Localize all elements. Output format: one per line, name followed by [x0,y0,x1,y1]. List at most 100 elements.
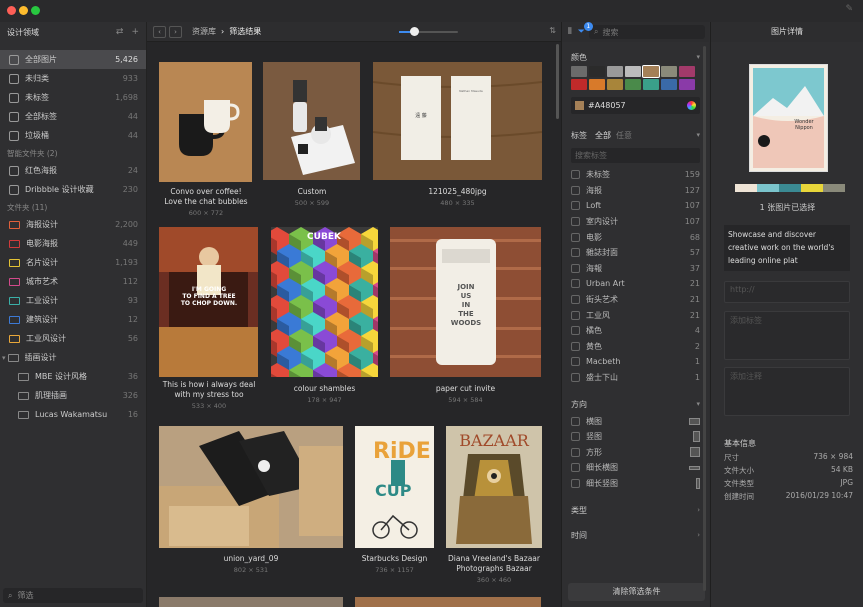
sidebar-item-all[interactable]: 全部图片 5,426 [0,50,146,69]
orientation-section-header[interactable]: 方向 ▾ [562,395,709,413]
checkbox[interactable] [571,326,580,336]
color-swatch[interactable] [589,79,605,90]
orientation-filter-row[interactable]: 竖图 [562,429,709,445]
color-swatch[interactable] [643,79,659,90]
checkbox[interactable] [571,185,580,195]
checkbox[interactable] [571,463,580,473]
checkbox[interactable] [571,170,580,180]
checkbox[interactable] [571,310,580,320]
checkbox[interactable] [571,248,580,258]
checkbox[interactable] [571,416,580,426]
checkbox[interactable] [571,279,580,289]
clear-filters-button[interactable]: 清除筛选条件 [568,583,705,601]
color-swatch[interactable] [679,79,695,90]
layout-icon[interactable]: ⫴ [568,27,572,37]
sidebar-item-trash[interactable]: 垃圾桶 44 [0,126,146,145]
checkbox[interactable] [571,295,580,305]
maximize-button[interactable] [31,6,40,15]
selected-color-field[interactable]: #A48057 [571,97,700,114]
forward-button[interactable]: › [169,25,182,38]
tag-section-header[interactable]: 标签 全部 任意 ▾ [562,126,709,144]
checkbox[interactable] [571,447,580,457]
orientation-filter-row[interactable]: 横图 [562,413,709,429]
tag-filter-row[interactable]: 工业风 21 [562,307,709,323]
checkbox[interactable] [571,432,580,442]
color-swatch[interactable] [642,65,660,78]
palette-color[interactable] [757,184,779,192]
sidebar-item-folder[interactable]: 工业设计 93 [0,291,146,310]
orientation-filter-row[interactable]: 细长横图 [562,460,709,476]
tag-filter-row[interactable]: 室内设计 107 [562,214,709,230]
checkbox[interactable] [571,232,580,242]
tag-filter-row[interactable]: 街头艺术 21 [562,292,709,308]
orientation-filter-row[interactable]: 细长竖图 [562,476,709,492]
checkbox[interactable] [571,357,580,367]
sidebar-item-all-tags[interactable]: 全部标签 44 [0,107,146,126]
tag-filter-row[interactable]: 海報 37 [562,261,709,277]
sidebar-item-smart-dribbble[interactable]: Dribbble 设计收藏 230 [0,180,146,199]
description-field[interactable]: Showcase and discover creative work on t… [724,225,850,271]
checkbox[interactable] [571,478,580,488]
color-swatch[interactable] [571,66,587,77]
back-button[interactable]: ‹ [153,25,166,38]
sidebar-item-folder[interactable]: 工业风设计 56 [0,329,146,348]
sidebar-item-uncategorized[interactable]: 未归类 933 [0,69,146,88]
palette-color[interactable] [779,184,801,192]
thumbnail-paper-cut-invite[interactable]: JOIN US IN THE WOODS [390,227,541,377]
pin-icon[interactable]: ✎ [845,4,853,14]
breadcrumb-library[interactable]: 资源库 [192,26,216,37]
sidebar-item-smart-red[interactable]: 红色海报 24 [0,161,146,180]
checkbox[interactable] [571,201,580,211]
thumbnail-partial-2[interactable] [355,597,541,607]
checkbox[interactable] [571,373,580,383]
color-swatch[interactable] [625,79,641,90]
tag-filter-row[interactable]: 橘色 4 [562,323,709,339]
sidebar-item-folder[interactable]: 城市艺术 112 [0,272,146,291]
tag-filter-row[interactable]: 雜誌封面 57 [562,245,709,261]
palette-color[interactable] [735,184,757,192]
color-swatch[interactable] [661,79,677,90]
thumbnail-union-yard[interactable] [159,426,343,548]
tag-search-input[interactable]: 搜索标签 [571,148,700,163]
notes-input[interactable]: 添加注释 [724,367,850,416]
thumbnail-coffee[interactable] [159,62,252,182]
color-swatch[interactable] [625,66,641,77]
zoom-slider[interactable] [399,27,458,36]
color-wheel-icon[interactable] [687,101,696,110]
thumbnail-bazaar[interactable]: BAZAAR [446,426,542,548]
checkbox[interactable] [571,263,580,273]
color-swatch[interactable] [589,66,605,77]
type-section-header[interactable]: 类型 › [562,501,709,519]
chevron-down-icon[interactable]: ▾ [2,354,6,362]
color-swatch[interactable] [607,66,623,77]
thumbnail-partial-1[interactable] [159,597,343,607]
add-icon[interactable]: + [131,27,139,37]
tag-mode-any[interactable]: 任意 [616,130,632,141]
thumbnail-business-cards[interactable]: 遠 藤 Nathan Masuda [373,62,542,180]
tag-filter-row[interactable]: 电影 68 [562,229,709,245]
time-section-header[interactable]: 时间 › [562,526,709,544]
color-swatch[interactable] [661,66,677,77]
filter-icon[interactable]: ⏷ 1 [578,22,593,37]
tag-filter-row[interactable]: 黄色 2 [562,339,709,355]
checkbox[interactable] [571,217,580,227]
color-section-header[interactable]: 颜色 ▾ [562,48,709,66]
palette-color[interactable] [801,184,823,192]
sidebar-item-folder[interactable]: 电影海报 449 [0,234,146,253]
swap-icon[interactable]: ⇄ [116,27,124,37]
tag-filter-row[interactable]: 海报 127 [562,183,709,199]
thumbnail-chop-tree[interactable]: I'M GOING TO FIND A TREE TO CHOP DOWN. [159,227,258,377]
color-swatch[interactable] [571,79,587,90]
sidebar-item-subfolder[interactable]: MBE 设计风格 36 [0,367,146,386]
tag-filter-row[interactable]: Urban Art 21 [562,276,709,292]
tag-filter-row[interactable]: Loft 107 [562,198,709,214]
zoom-slider-knob[interactable] [409,27,419,36]
sidebar-item-subfolder[interactable]: 肌理插画 326 [0,386,146,405]
grid-scrollbar[interactable] [556,44,559,119]
sidebar-item-untagged[interactable]: 未标签 1,698 [0,88,146,107]
url-input[interactable]: http:// [724,281,850,303]
thumbnail-starbucks[interactable]: RiDE CUP [355,426,434,548]
thumbnail-custom[interactable] [263,62,360,180]
minimize-button[interactable] [19,6,28,15]
color-swatch[interactable] [679,66,695,77]
